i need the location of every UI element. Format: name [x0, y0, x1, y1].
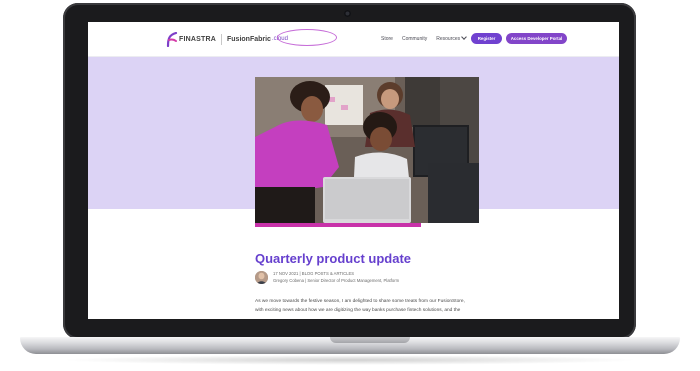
article-body-line: As we move towards the festive season, I… [255, 299, 465, 304]
logo[interactable]: FINASTRA FusionFabric .cloud [166, 29, 337, 47]
finastra-logo-icon [166, 31, 178, 47]
developer-portal-button[interactable]: Access Developer Portal [506, 33, 567, 44]
site-header: FINASTRA FusionFabric .cloud Store Commu… [88, 22, 619, 57]
logo-finastra-text: FINASTRA [179, 35, 216, 43]
nav-resources[interactable]: Resources [436, 34, 467, 42]
register-button[interactable]: Register [471, 33, 502, 44]
laptop-shadow [60, 355, 640, 365]
article-title: Quarterly product update [255, 251, 412, 266]
laptop-base [20, 337, 680, 354]
logo-swoosh [277, 29, 337, 46]
nav-community[interactable]: Community [402, 36, 427, 42]
hero-photo [255, 77, 479, 223]
chevron-down-icon [461, 34, 467, 40]
webcam-icon [344, 10, 351, 17]
logo-fusionfabric-text: FusionFabric [227, 35, 271, 43]
article-date-category: 17 NOV 2021 | BLOG POSTS & ARTICLES [273, 271, 355, 276]
article-body-line: with exciting news about how we are digi… [255, 308, 461, 313]
logo-divider [221, 33, 222, 45]
laptop-notch [330, 337, 410, 343]
photo-accent-bar [255, 223, 421, 227]
nav-store[interactable]: Store [381, 36, 393, 42]
laptop-screen: FINASTRA FusionFabric .cloud Store Commu… [88, 22, 619, 319]
main-nav: Store Community Resources [381, 34, 467, 42]
nav-resources-label: Resources [436, 36, 461, 42]
author-avatar [255, 271, 268, 284]
article-author: Gregory Cobena | Senior Director of Prod… [273, 278, 400, 283]
